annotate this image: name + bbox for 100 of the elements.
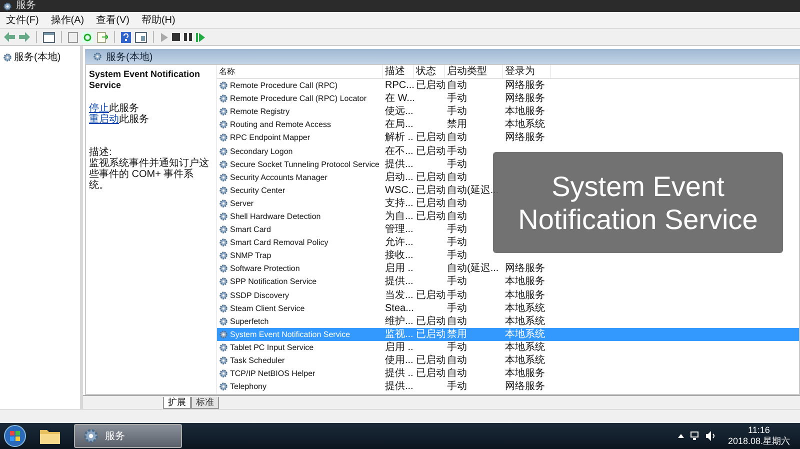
table-cell: 为自... [385, 210, 414, 222]
table-cell-text: Shell Hardware Detection [230, 210, 321, 223]
table-cell: 使用... [385, 355, 414, 366]
table-cell: 本地服务 [505, 290, 545, 301]
table-cell: 本地系统 [505, 328, 545, 340]
table-cell: 已启动 [416, 355, 445, 366]
table-cell-text: Server [230, 198, 254, 210]
table-cell: 当发... [385, 290, 414, 301]
table-cell: 自动 [447, 210, 467, 222]
table-cell-text: Software Protection [230, 263, 300, 276]
table-cell: 维护... [385, 316, 414, 327]
table-cell: RPC... [385, 80, 414, 92]
table-cell: 本地系统 [505, 355, 545, 366]
clock-time: 11:16 [748, 425, 770, 436]
table-cell: 手动 [447, 290, 467, 301]
table-cell: 自动 [447, 198, 467, 209]
table-cell: 自动 [447, 172, 467, 183]
table-cell: 已启动 [416, 198, 445, 209]
table-cell: 本地服务 [505, 106, 545, 118]
table-cell: 手动 [447, 106, 467, 118]
table-cell-text: Security Center [230, 184, 286, 197]
table-cell: 自动 [447, 132, 467, 144]
service-title: System Event Notification Service [89, 69, 202, 91]
table-cell: 已启动 [416, 290, 445, 301]
table-cell: 手动 [447, 302, 467, 314]
table-cell: 网络服务 [505, 93, 545, 104]
table-cell: WSC... [385, 184, 414, 196]
table-cell: 使远... [385, 106, 414, 118]
table-cell: 提供... [385, 381, 414, 392]
table-cell: 手动 [447, 224, 467, 236]
table-cell-text: Smart Card Removal Policy [230, 237, 328, 250]
table-cell: 手动 [447, 342, 467, 353]
table-cell: 自动 [447, 80, 467, 92]
table-cell: 已启动 [416, 172, 445, 183]
table-cell-text: System Event Notification Service [230, 328, 350, 341]
table-cell: 已启动 [416, 316, 445, 327]
description-text: 监视系统事件并通知订户这些事件的 COM+ 事件系统。 [89, 158, 210, 191]
table-cell: 自动 [447, 368, 467, 380]
table-cell-text: SPP Notification Service [230, 276, 317, 288]
table-cell: 自动(延迟... [447, 263, 499, 274]
table-cell: 监视... [385, 328, 414, 340]
table-cell: 已启动 [416, 146, 445, 157]
table-cell: 启用 ... [385, 342, 414, 353]
table-cell-text: Remote Registry [230, 106, 290, 118]
table-cell-text: RPC Endpoint Mapper [230, 132, 310, 144]
table-cell: 在局... [385, 119, 414, 130]
table-cell: 手动 [447, 381, 467, 392]
task-label: 服务 [105, 430, 125, 443]
table-cell-text: Remote Procedure Call (RPC) Locator [230, 93, 366, 106]
table-cell: 在 W... [385, 93, 414, 104]
table-cell-text: SNMP Trap [230, 250, 272, 262]
table-cell: 手动 [447, 237, 467, 248]
table-cell: 提供 ... [385, 368, 414, 380]
table-cell: 本地服务 [505, 368, 545, 380]
table-cell: 管理... [385, 224, 414, 236]
table-cell: 手动 [447, 146, 467, 157]
table-cell-text: Telephony [230, 381, 266, 394]
table-cell: 手动 [447, 276, 467, 288]
table-cell-text: Steam Client Service [230, 302, 305, 315]
table-cell: 启用 ... [385, 263, 414, 274]
table-cell: 允许... [385, 237, 414, 248]
table-cell: 已启动 [416, 368, 445, 380]
table-cell: 已启动 [416, 210, 445, 222]
table-cell: 已启动 [416, 80, 445, 92]
table-cell: 本地系统 [505, 316, 545, 327]
table-cell-text: Secondary Logon [230, 146, 293, 158]
panel-title: 服务(本地) [106, 50, 153, 64]
table-cell-text: Tablet PC Input Service [230, 342, 314, 354]
window-title: 服务 [16, 0, 36, 12]
action-text: 重启动此服务 [89, 114, 150, 125]
table-cell-text: SSDP Discovery [230, 290, 289, 302]
table-cell: 提供... [385, 276, 414, 288]
table-cell: 在不... [385, 146, 414, 157]
table-cell: 自动 [447, 316, 467, 327]
table-cell-text: Task Scheduler [230, 355, 285, 368]
table-cell: Stea... [385, 302, 414, 314]
table-cell-text: Security Accounts Manager [230, 172, 328, 184]
table-cell: 已启动 [416, 328, 445, 340]
table-cell: 手动 [447, 93, 467, 104]
table-cell: 自动 [447, 355, 467, 366]
table-cell-text: Routing and Remote Access [230, 119, 331, 132]
table-cell: 禁用 [447, 119, 467, 130]
table-cell: 启动... [385, 172, 414, 183]
table-cell: 解析 ... [385, 132, 414, 144]
table-cell: 网络服务 [505, 80, 545, 92]
table-cell: 网络服务 [505, 132, 545, 144]
table-cell: 禁用 [447, 328, 467, 340]
description-label: 描述: [89, 147, 112, 158]
table-cell: 手动 [447, 250, 467, 262]
clock-date: 2018.08.星期六 [728, 436, 790, 447]
caption-text: System Event Notification Service [517, 170, 759, 236]
table-cell: 本地系统 [505, 119, 545, 130]
table-cell-text: TCP/IP NetBIOS Helper [230, 368, 316, 380]
table-cell-text: Remote Procedure Call (RPC) [230, 80, 338, 92]
table-cell: 提供... [385, 158, 414, 170]
table-cell: 手动 [447, 158, 467, 170]
table-cell: 已启动 [416, 132, 445, 144]
table-cell: 支持... [385, 198, 414, 209]
table-cell: 接收... [385, 250, 414, 262]
table-cell: 网络服务 [505, 263, 545, 274]
